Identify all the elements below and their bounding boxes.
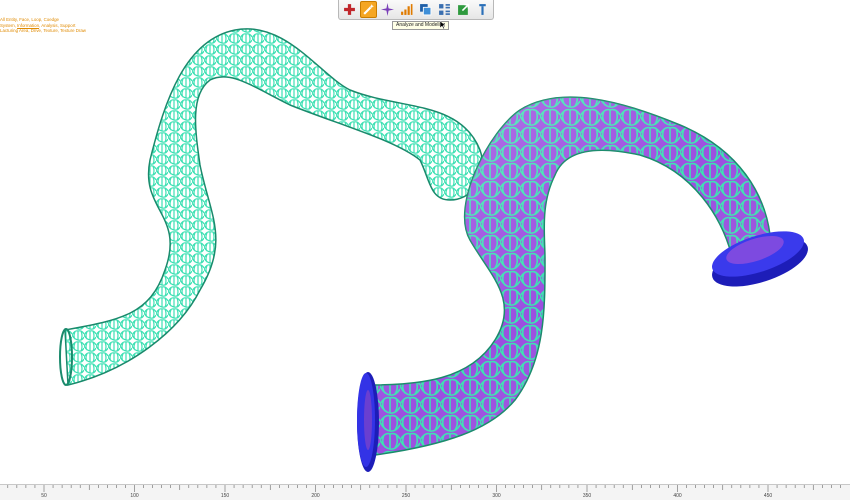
wand-icon[interactable] [360,1,377,18]
bottom-ruler: 50 100 150 200 250 300 350 400 450 [0,484,850,500]
lattice-tube-body [64,28,484,386]
lattice-tube[interactable] [59,28,484,386]
information-link[interactable]: Information [17,23,39,28]
copy-layers-icon[interactable] [417,1,434,18]
flange-left[interactable] [357,372,379,472]
ruler-label: 150 [221,493,230,499]
context-hint: All Entity, Face, Loop, Coedge System, I… [0,17,86,34]
hint-line-3: Lacturing Area, Drive, Texture, Texture … [0,28,86,34]
ruler-label: 250 [402,493,411,499]
ruler-label: 50 [41,493,47,499]
bar-chart-icon[interactable] [398,1,415,18]
ruler-label: 450 [764,493,773,499]
3d-viewport[interactable] [0,0,850,484]
red-cross-icon[interactable] [341,1,358,18]
pin-icon[interactable] [474,1,491,18]
ruler-label: 400 [673,493,682,499]
ruler-label: 100 [130,493,139,499]
export-icon[interactable] [455,1,472,18]
grid-list-icon[interactable] [436,1,453,18]
mouse-cursor-icon [440,21,446,29]
ruler-label: 200 [311,493,320,499]
ruler-label: 300 [492,493,501,499]
ruler-ticks: 50 100 150 200 250 300 350 400 450 [7,485,841,499]
floating-toolbar [338,0,494,20]
ruler-label: 350 [583,493,592,499]
purple-star-icon[interactable] [379,1,396,18]
